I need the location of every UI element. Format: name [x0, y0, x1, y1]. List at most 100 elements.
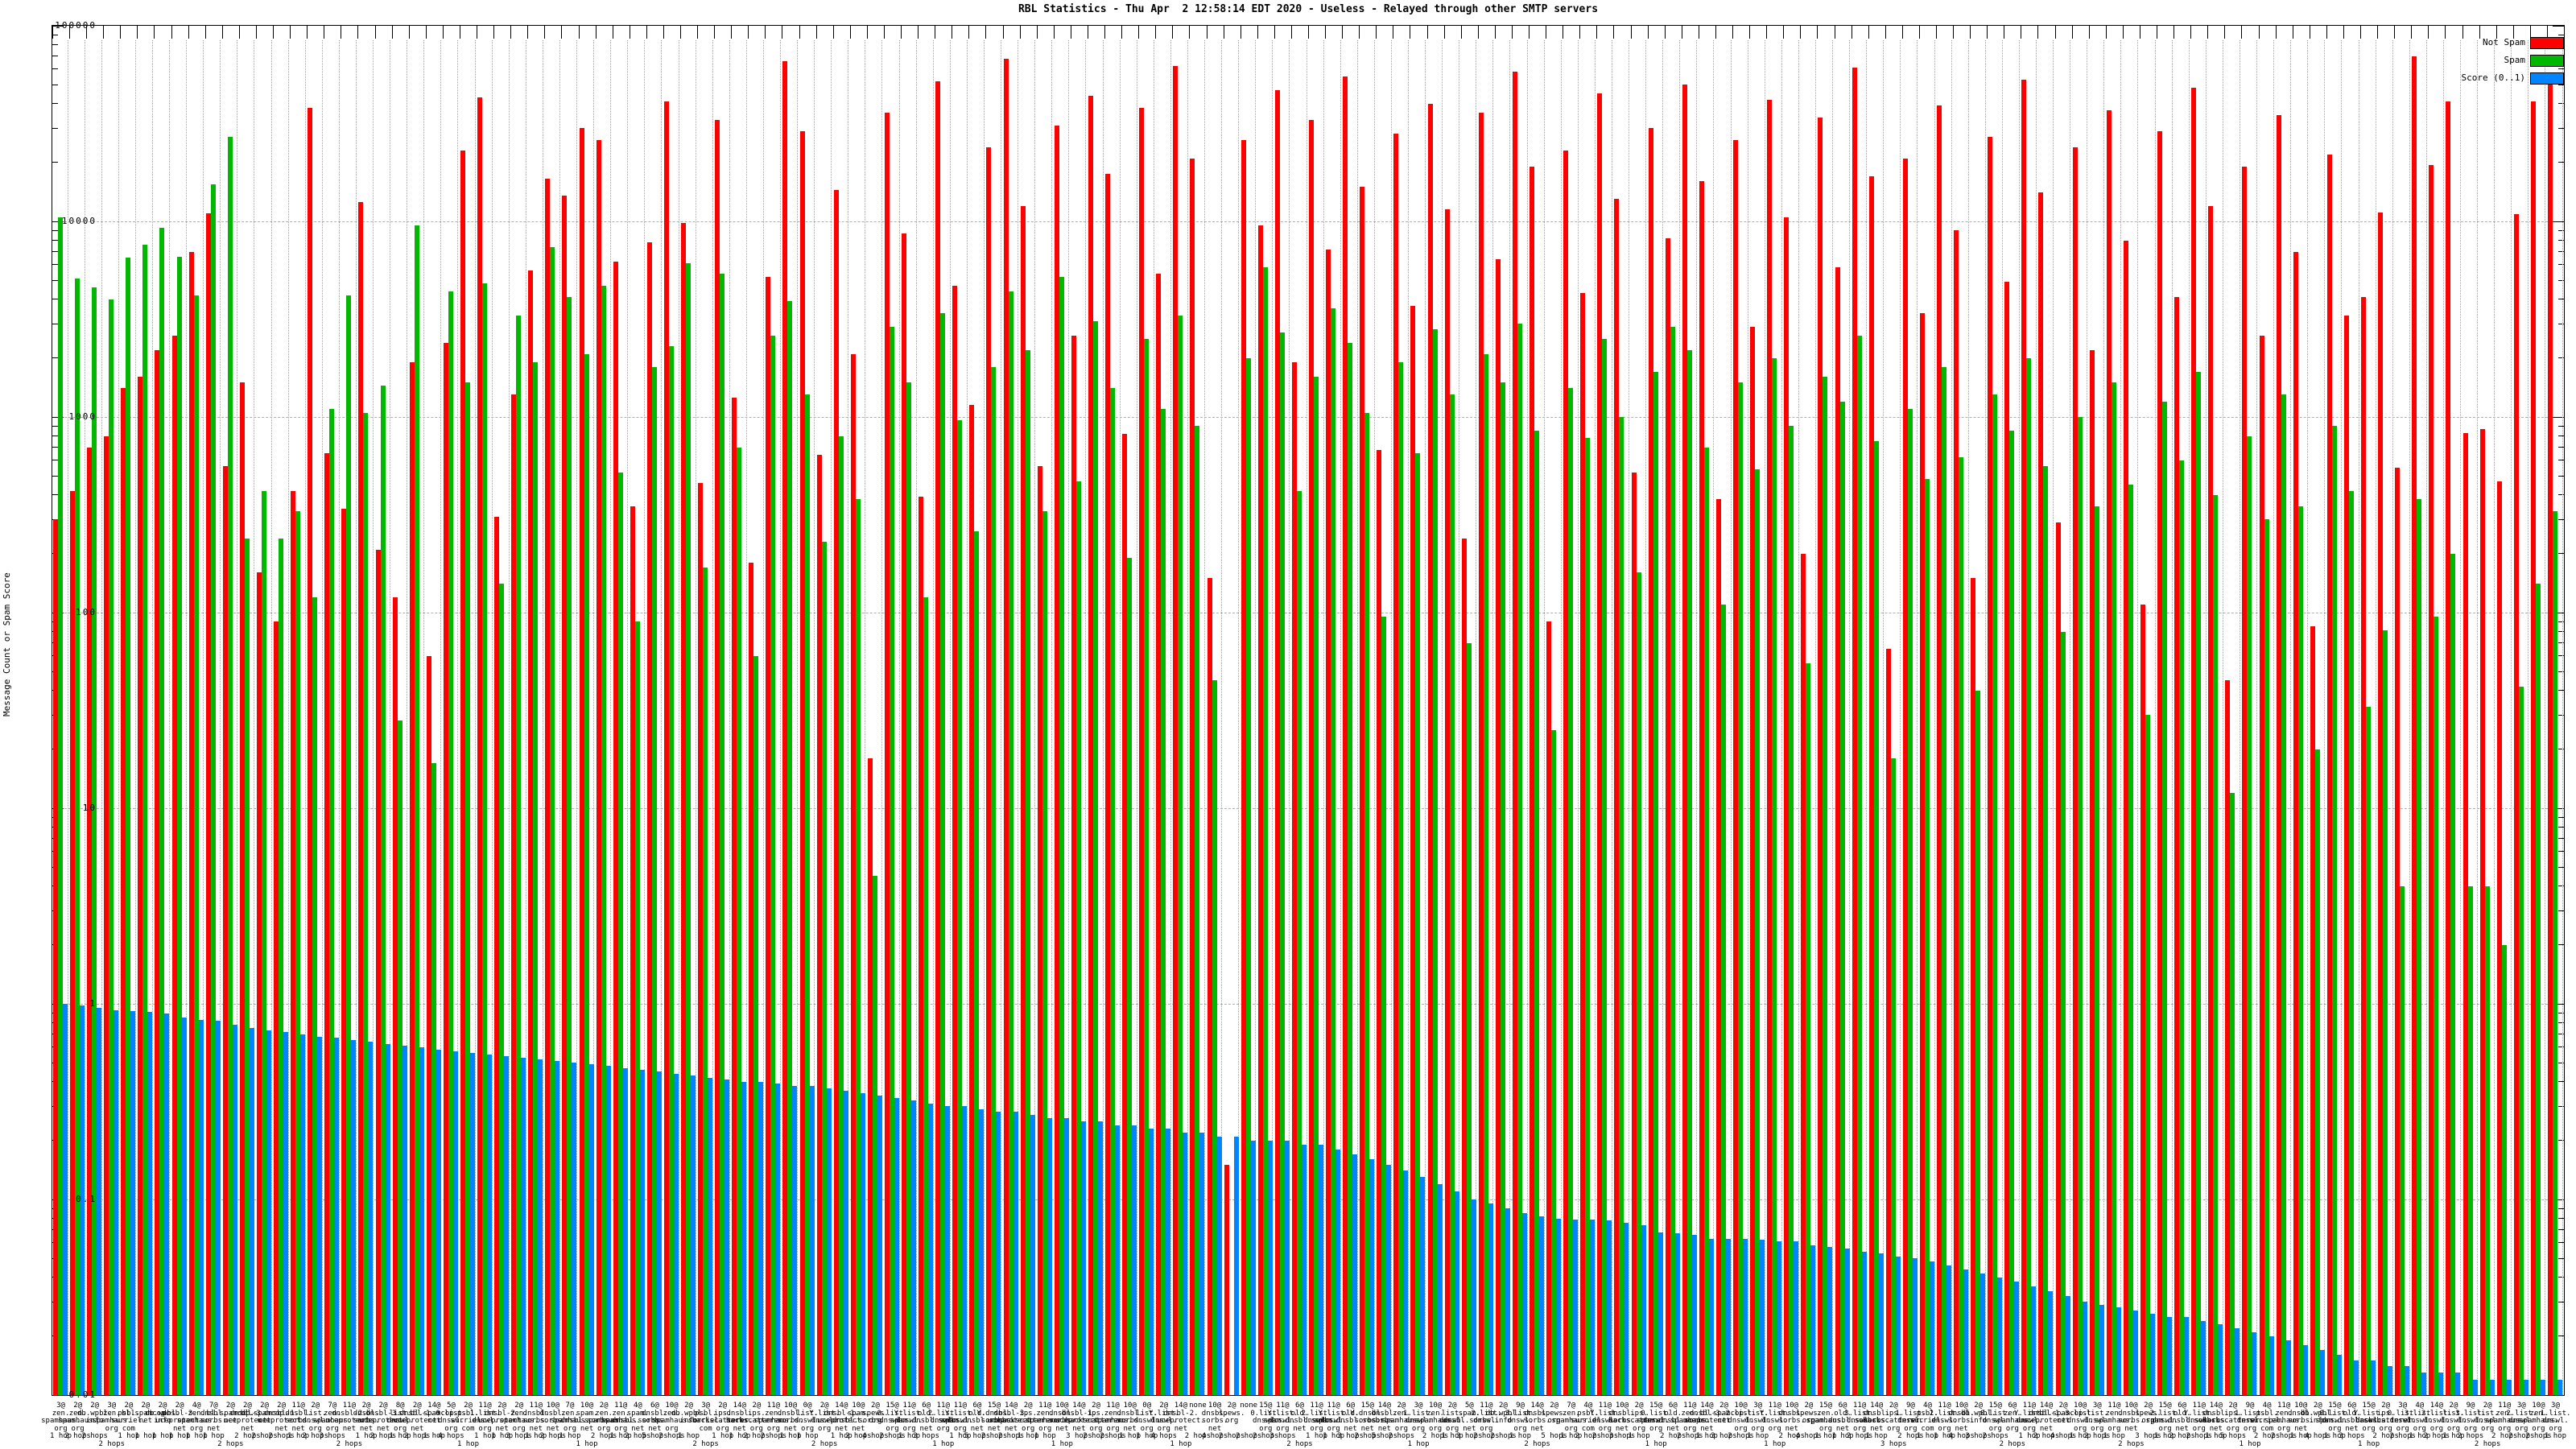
- top-axis-tick: [1053, 26, 1055, 39]
- top-axis-tick: [1121, 26, 1123, 39]
- y-minor-tick: [52, 162, 58, 163]
- y-minor-tick: [52, 494, 58, 496]
- top-axis-tick: [1511, 26, 1513, 39]
- group-gridline: [2273, 40, 2275, 1395]
- y-tick-label: 0.1: [76, 1194, 97, 1204]
- top-axis-tick: [968, 26, 970, 39]
- y-minor-tick: [2558, 162, 2564, 163]
- decade-gridline: [52, 417, 2564, 418]
- top-axis-tick: [2088, 26, 2090, 39]
- bar-score: [317, 1036, 323, 1395]
- top-axis-tick: [595, 26, 597, 39]
- y-minor-tick: [2558, 425, 2564, 427]
- top-axis-tick: [1579, 26, 1581, 39]
- bar-score: [1794, 1241, 1799, 1395]
- y-minor-tick: [2558, 264, 2564, 266]
- top-axis-tick: [1189, 26, 1191, 39]
- bar-score: [1420, 1177, 1426, 1395]
- bar-score: [1878, 1253, 1884, 1395]
- bar-score: [979, 1108, 985, 1395]
- bar-score: [605, 1066, 611, 1395]
- bar-score: [2082, 1302, 2087, 1395]
- group-gridline: [1679, 40, 1681, 1395]
- bar-score: [1760, 1240, 1765, 1395]
- bar-spam: [2111, 382, 2116, 1395]
- y-minor-tick: [2558, 838, 2564, 840]
- group-gridline: [2324, 40, 2326, 1395]
- top-axis-tick: [391, 26, 393, 39]
- y-minor-tick: [2558, 851, 2564, 852]
- bar-score: [1556, 1218, 1562, 1395]
- top-axis-tick: [1868, 26, 1869, 39]
- bar-score: [1046, 1118, 1052, 1395]
- bar-score: [1810, 1245, 1816, 1395]
- top-axis-tick: [2411, 26, 2413, 39]
- bar-score: [1183, 1132, 1188, 1395]
- bar-score: [826, 1088, 832, 1395]
- top-axis-tick: [2394, 26, 2396, 39]
- bar-score: [2048, 1290, 2054, 1395]
- top-axis-tick: [697, 26, 699, 39]
- bar-score: [2031, 1286, 2037, 1395]
- bar-score: [1233, 1136, 1239, 1395]
- top-axis-tick: [1036, 26, 1038, 39]
- legend-label: Not Spam: [2483, 37, 2525, 47]
- bar-score: [1743, 1238, 1748, 1395]
- bar-score: [215, 1020, 221, 1395]
- group-gridline: [1900, 40, 1901, 1395]
- group-gridline: [1866, 40, 1868, 1395]
- top-axis-tick: [1308, 26, 1309, 39]
- bar-spam: [2417, 499, 2422, 1395]
- bar-spam: [2501, 944, 2507, 1395]
- bar-spam: [2230, 792, 2235, 1395]
- bar-score: [1166, 1129, 1171, 1395]
- top-axis-tick: [1918, 26, 1920, 39]
- bar-score: [198, 1019, 204, 1395]
- y-minor-tick: [52, 127, 58, 129]
- bar-spam: [1907, 408, 1913, 1395]
- group-gridline: [2511, 40, 2512, 1395]
- bar-score: [555, 1061, 560, 1395]
- y-minor-tick: [2558, 1257, 2564, 1259]
- group-gridline: [1543, 40, 1545, 1395]
- chart-title: RBL Statistics - Thu Apr 2 12:58:14 EDT …: [1018, 3, 1599, 15]
- top-axis-tick: [1342, 26, 1344, 39]
- top-axis-tick: [1172, 26, 1174, 39]
- bar-score: [436, 1050, 441, 1395]
- bar-spam: [2450, 553, 2456, 1395]
- bar-score: [2184, 1317, 2190, 1395]
- bar-score: [2235, 1327, 2240, 1395]
- y-tick-label: 10: [82, 803, 97, 813]
- bar-score: [1946, 1265, 1951, 1395]
- bar-score: [1132, 1125, 1137, 1395]
- top-axis-tick: [1664, 26, 1666, 39]
- bar-score: [1590, 1219, 1596, 1395]
- top-axis-tick: [1732, 26, 1734, 39]
- bar-score: [1335, 1149, 1341, 1395]
- bar-score: [1674, 1233, 1680, 1395]
- bar-score: [962, 1106, 968, 1395]
- decade-gridline: [52, 221, 2564, 222]
- y-minor-tick: [2558, 642, 2564, 644]
- group-gridline: [1832, 40, 1833, 1395]
- bar-spam: [1839, 401, 1845, 1395]
- bar-score: [487, 1055, 493, 1395]
- group-gridline: [2256, 40, 2258, 1395]
- bar-not-spam: [1224, 1165, 1229, 1395]
- bar-spam: [2552, 511, 2557, 1395]
- group-gridline: [1526, 40, 1528, 1395]
- bar-score: [334, 1038, 340, 1395]
- top-axis-tick: [1325, 26, 1327, 39]
- top-axis-tick: [1257, 26, 1258, 39]
- bar-spam: [2026, 357, 2032, 1395]
- top-axis-tick: [1529, 26, 1530, 39]
- bar-score: [1488, 1203, 1493, 1395]
- bar-score: [521, 1058, 526, 1395]
- bar-score: [1030, 1115, 1035, 1395]
- y-minor-tick: [2558, 1277, 2564, 1278]
- top-axis-tick: [1817, 26, 1818, 39]
- bar-score: [2167, 1317, 2173, 1395]
- bar-spam: [2162, 401, 2168, 1395]
- bar-score: [2252, 1331, 2257, 1395]
- top-axis-tick: [2326, 26, 2327, 39]
